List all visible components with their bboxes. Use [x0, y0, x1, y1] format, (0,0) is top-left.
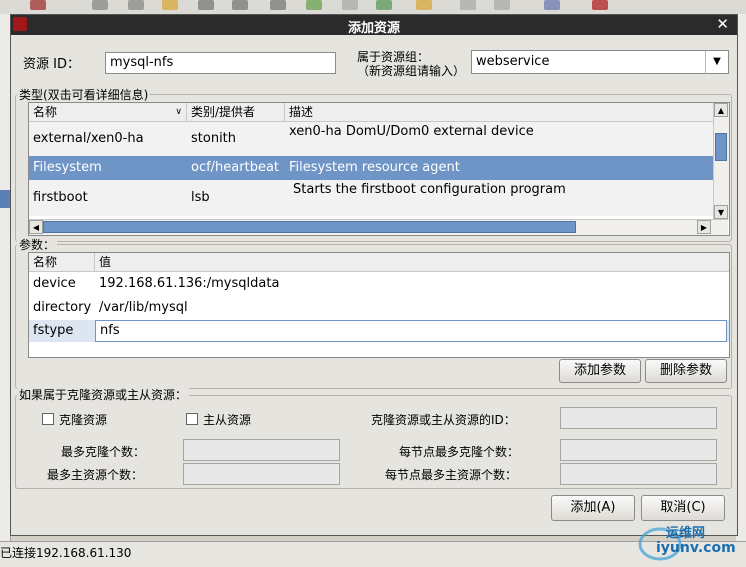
master-checkbox-label: 主从资源 — [203, 413, 252, 427]
vscroll-thumb[interactable] — [715, 133, 727, 161]
master-checkbox[interactable] — [186, 413, 198, 425]
up-icon[interactable] — [342, 0, 358, 10]
table-row[interactable]: firstboot lsb Starts the firstboot confi… — [29, 180, 713, 216]
type-table-hscroll[interactable]: ◀ ▶ — [29, 219, 728, 235]
add-param-button[interactable]: 添加参数 — [559, 359, 641, 383]
document-icon[interactable] — [544, 0, 560, 10]
clone-checkbox-label: 克隆资源 — [59, 413, 108, 427]
resource-id-label: 资源 ID： — [23, 57, 80, 72]
add-resource-dialog: 添加资源 ✕ 资源 ID： mysql-nfs 属于资源组： （新资源组请输入）… — [10, 14, 738, 536]
table-row[interactable]: directory /var/lib/mysql — [29, 296, 729, 320]
edit-icon[interactable] — [306, 0, 322, 10]
resource-id-input[interactable]: mysql-nfs — [105, 52, 336, 74]
max-clones-input[interactable] — [183, 439, 340, 461]
watermark-line1: 运维网 — [666, 526, 706, 541]
watermark-line2: iyunv.com — [656, 540, 736, 556]
arrow-up-icon[interactable] — [460, 0, 476, 10]
params-table-header: 名称 值 — [29, 253, 729, 272]
sort-down-icon: ∨ — [175, 107, 182, 117]
dialog-titlebar: 添加资源 ✕ — [11, 15, 737, 36]
clone-id-input[interactable] — [560, 407, 717, 429]
resource-group-hint: （新资源组请输入） — [357, 64, 466, 78]
table-row-editing[interactable]: fstype nfs — [29, 320, 729, 342]
scroll-down-icon[interactable]: ▼ — [714, 205, 728, 219]
clone-group-legend: 如果属于克隆资源或主从资源： — [17, 386, 190, 403]
clone-checkbox[interactable] — [42, 413, 54, 425]
remove-icon[interactable] — [128, 0, 144, 10]
clone-id-label: 克隆资源或主从资源的ID： — [371, 413, 516, 427]
type-table-header: 名称 ∨ 类别/提供者 描述 — [29, 103, 713, 122]
arrow-down-icon[interactable] — [494, 0, 510, 10]
scroll-left-icon[interactable]: ◀ — [29, 220, 43, 234]
params-table: 名称 值 device 192.168.61.136:/mysqldata di… — [28, 252, 730, 358]
type-table: 名称 ∨ 类别/提供者 描述 external/xen0-ha stonith … — [28, 102, 730, 236]
type-table-vscroll[interactable]: ▲ ▼ — [713, 103, 729, 219]
table-row[interactable]: device 192.168.61.136:/mysqldata — [29, 272, 729, 296]
max-clones-per-node-input[interactable] — [560, 439, 717, 461]
background-toolbar — [0, 0, 746, 14]
gear-icon[interactable] — [270, 0, 286, 10]
chevron-down-icon[interactable]: ▼ — [705, 51, 728, 73]
resource-group-combo[interactable]: webservice ▼ — [471, 50, 729, 74]
params-group-legend: 参数： — [17, 236, 58, 253]
play-icon[interactable] — [198, 0, 214, 10]
hscroll-thumb[interactable] — [43, 221, 576, 233]
max-masters-label: 最多主资源个数： — [47, 468, 144, 482]
scroll-up-icon[interactable]: ▲ — [714, 103, 728, 117]
key-icon[interactable] — [416, 0, 432, 10]
exit-icon[interactable] — [592, 0, 608, 10]
background-selected-node — [0, 190, 10, 208]
max-clones-per-node-label: 每节点最多克隆个数： — [399, 445, 520, 459]
type-col-desc[interactable]: 描述 — [285, 103, 713, 121]
type-col-provider[interactable]: 类别/提供者 — [187, 103, 285, 121]
max-masters-per-node-input[interactable] — [560, 463, 717, 485]
type-col-name[interactable]: 名称 ∨ — [29, 103, 187, 121]
stop-icon[interactable] — [232, 0, 248, 10]
delete-param-button[interactable]: 删除参数 — [645, 359, 727, 383]
status-text: 已连接192.168.61.130 — [0, 546, 132, 560]
params-col-name[interactable]: 名称 — [29, 253, 95, 271]
dialog-title: 添加资源 — [347, 21, 400, 36]
max-clones-label: 最多克隆个数： — [61, 445, 146, 459]
resource-group-value: webservice — [476, 54, 550, 69]
max-masters-per-node-label: 每节点最多主资源个数： — [385, 468, 518, 482]
add-button[interactable]: 添加(A) — [551, 495, 635, 521]
clean-icon[interactable] — [162, 0, 178, 10]
scroll-right-icon[interactable]: ▶ — [697, 220, 711, 234]
watermark-logo: 运维网 iyunv.com — [632, 518, 742, 562]
table-row[interactable]: external/xen0-ha stonith xen0-ha DomU/Do… — [29, 122, 713, 156]
close-icon[interactable]: ✕ — [716, 15, 729, 33]
app-icon — [30, 0, 46, 10]
table-row-selected[interactable]: Filesystem ocf/heartbeat Filesystem reso… — [29, 156, 713, 180]
params-col-value[interactable]: 值 — [95, 253, 729, 271]
type-group-legend: 类型(双击可看详细信息) — [17, 86, 151, 103]
max-masters-input[interactable] — [183, 463, 340, 485]
refresh-icon[interactable] — [376, 0, 392, 10]
add-icon[interactable] — [92, 0, 108, 10]
param-value-editor[interactable]: nfs — [95, 320, 727, 342]
